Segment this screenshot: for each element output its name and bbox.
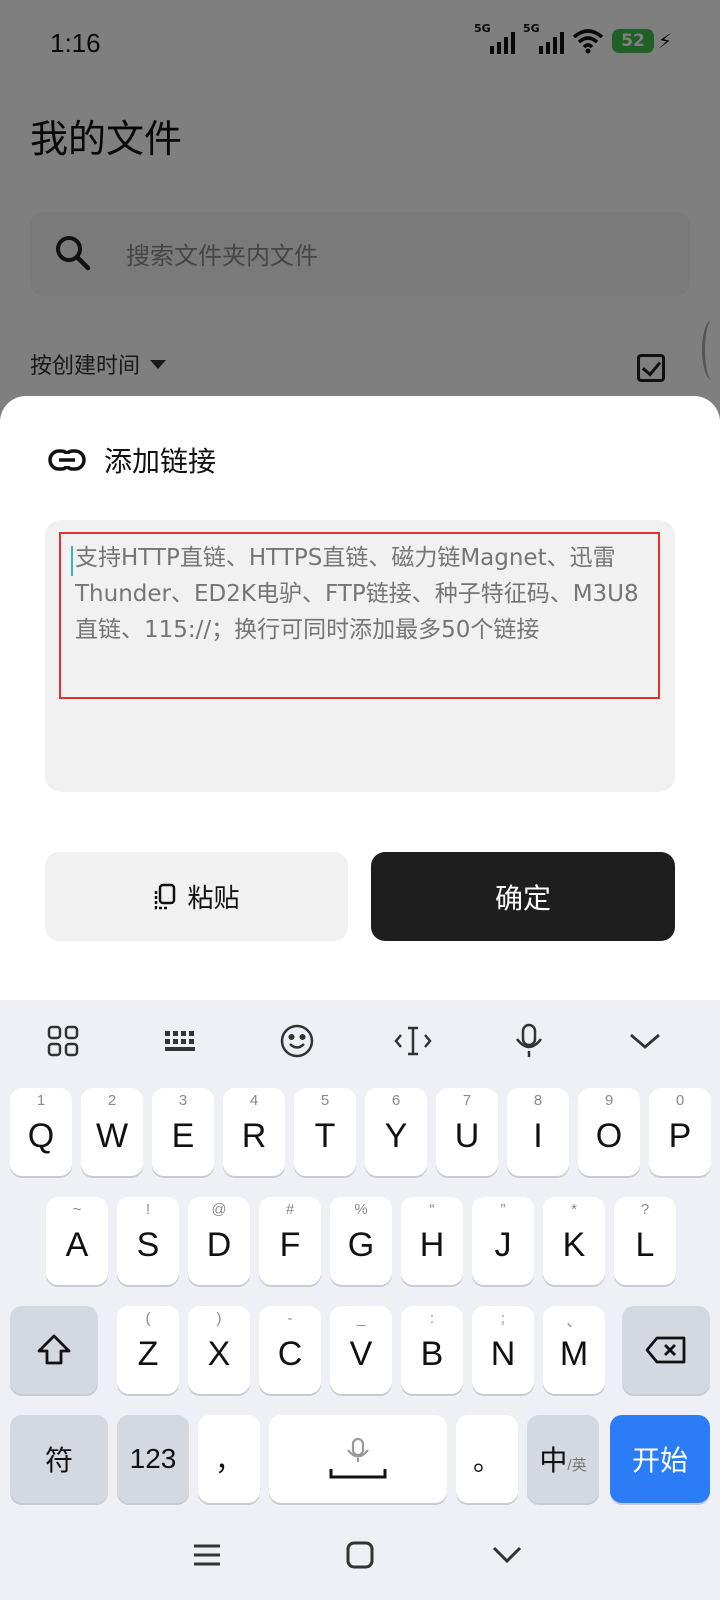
key-s[interactable]: ! S [117,1197,179,1285]
key-n[interactable]: ; N [472,1306,534,1394]
language-switch-key[interactable]: 中/英 [527,1415,599,1503]
key-x[interactable]: ) X [188,1306,250,1394]
dim-overlay[interactable] [0,0,720,420]
symbols-key[interactable]: 符 [10,1415,108,1503]
sheet-header: 添加链接 [48,440,216,480]
confirm-button[interactable]: 确定 [371,852,675,941]
key-l[interactable]: ? L [614,1197,676,1285]
key-z[interactable]: (Z [117,1306,179,1394]
sheet-title: 添加链接 [104,445,217,478]
text-cursor [71,546,73,576]
key-g[interactable]: % G [330,1197,392,1285]
key-o[interactable]: 9O [578,1088,640,1176]
key-r[interactable]: 4R [223,1088,285,1176]
add-link-sheet: 添加链接 粘贴 确定 [0,396,720,1000]
key-d[interactable]: @ D [188,1197,250,1285]
back-chevron-icon[interactable] [482,1530,532,1580]
menu-icon[interactable] [182,1530,232,1580]
numbers-key[interactable]: 123 [117,1415,189,1503]
microphone-icon[interactable] [508,1020,550,1062]
space-mic-icon [329,1437,387,1479]
key-t[interactable]: 5T [294,1088,356,1176]
key-h[interactable]: “H [401,1197,463,1285]
key-k[interactable]: * K [543,1197,605,1285]
paste-label: 粘贴 [187,883,240,913]
keyboard-layout-icon[interactable] [160,1020,202,1062]
key-u[interactable]: 7U [436,1088,498,1176]
key-b[interactable]: :B [401,1306,463,1394]
link-input[interactable] [59,532,660,699]
shift-key[interactable] [10,1306,98,1394]
backspace-key[interactable] [622,1306,710,1394]
key-i[interactable]: 8I [507,1088,569,1176]
key-f[interactable]: # F [259,1197,321,1285]
link-input-container [45,520,675,792]
home-icon[interactable] [335,1530,385,1580]
key-j[interactable]: ” J [472,1197,534,1285]
key-y[interactable]: 6Y [365,1088,427,1176]
keyboard-toolbar [0,1000,720,1082]
emoji-icon[interactable] [276,1020,318,1062]
cursor-move-icon[interactable] [392,1020,434,1062]
space-key[interactable] [269,1415,447,1503]
navigation-bar [0,1510,720,1600]
key-e[interactable]: 3E [152,1088,214,1176]
key-c[interactable]: -C [259,1306,321,1394]
files-page: 1:16 5G 5G 52 ⚡ 我的文件 搜索文件夹内文 [0,0,720,420]
paste-button[interactable]: 粘贴 [45,852,348,941]
shift-icon [37,1334,71,1365]
link-icon [48,449,86,471]
key-a[interactable]: ~ A [46,1197,108,1285]
key-p[interactable]: 0P [649,1088,711,1176]
key-q[interactable]: 1Q [10,1088,72,1176]
apps-grid-icon[interactable] [42,1020,84,1062]
key-v[interactable]: _ V [330,1306,392,1394]
key-m[interactable]: 、 M [543,1306,605,1394]
go-key[interactable]: 开始 [610,1415,710,1503]
period-key[interactable]: 。 [456,1415,518,1503]
comma-key[interactable]: ， [198,1415,260,1503]
collapse-keyboard-icon[interactable] [624,1020,666,1062]
clipboard-icon [155,883,176,909]
key-w[interactable]: 2W [81,1088,143,1176]
backspace-icon [645,1336,686,1364]
